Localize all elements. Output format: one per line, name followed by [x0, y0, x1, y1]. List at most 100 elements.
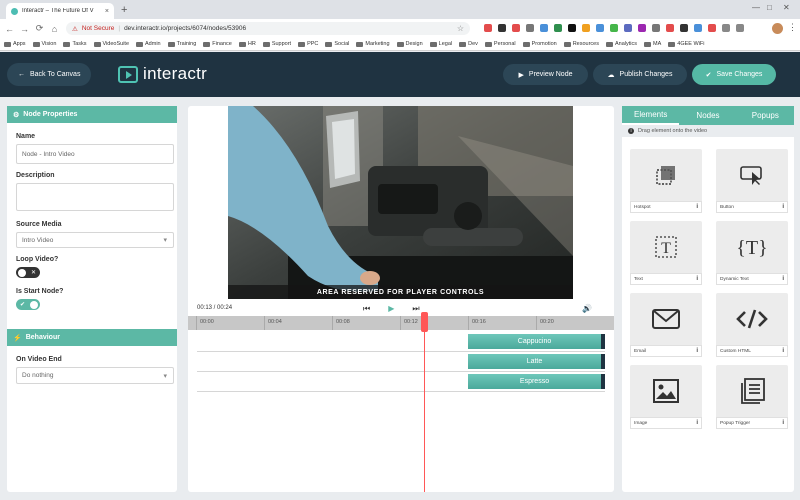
browser-menu-icon[interactable]: ⋮	[788, 22, 797, 33]
publish-changes-button[interactable]: ☁ Publish Changes	[593, 64, 687, 85]
timeline-tick	[196, 316, 197, 330]
preview-node-button[interactable]: ▶ Preview Node	[503, 64, 588, 85]
back-to-canvas-button[interactable]: ← Back To Canvas	[7, 63, 92, 86]
extension-icon[interactable]	[624, 24, 632, 32]
extension-icon[interactable]	[540, 24, 548, 32]
bookmark-4gee-wifi[interactable]: 4GEE WiFi	[668, 41, 704, 47]
bookmark-ma[interactable]: MA	[644, 41, 661, 47]
node-properties-panel: ⚙ Node Properties Name Node - Intro Vide…	[7, 106, 177, 492]
minimize-icon[interactable]: —	[752, 3, 760, 12]
element-tile-image[interactable]: Image i	[630, 365, 702, 429]
tab-popups[interactable]: Popups	[737, 106, 794, 125]
bookmark-marketing[interactable]: Marketing	[356, 41, 390, 47]
element-tile-hotspot[interactable]: Hotspot i	[630, 149, 702, 213]
previous-icon[interactable]: ⏮	[363, 304, 370, 314]
timeline-clip-espresso[interactable]: Espresso	[468, 374, 605, 389]
bookmark-legal[interactable]: Legal	[429, 41, 452, 47]
bookmark-admin[interactable]: Admin	[136, 41, 161, 47]
publish-changes-label: Publish Changes	[619, 71, 673, 78]
star-icon[interactable]: ☆	[457, 24, 464, 33]
start-node-toggle[interactable]: ✔	[16, 299, 40, 310]
element-tile-button[interactable]: Button i	[716, 149, 788, 213]
url-text[interactable]: dev.interactr.io/projects/6074/nodes/539…	[124, 25, 246, 32]
tab-title: Interactr – The Future Of V	[22, 8, 94, 14]
address-bar[interactable]: ⚠ Not Secure | dev.interactr.io/projects…	[66, 22, 470, 35]
bookmark-resources[interactable]: Resources	[563, 41, 599, 47]
bookmark-dev[interactable]: Dev	[459, 41, 478, 47]
loop-video-toggle[interactable]: ✕	[16, 267, 40, 278]
new-tab-button[interactable]: +	[121, 3, 127, 17]
extension-icon[interactable]	[582, 24, 590, 32]
playhead-handle[interactable]	[421, 312, 428, 332]
home-icon[interactable]: ⌂	[49, 24, 60, 34]
bookmark-analytics[interactable]: Analytics	[606, 41, 637, 47]
extension-icon[interactable]	[554, 24, 562, 32]
bookmark-hr[interactable]: HR	[238, 41, 256, 47]
extension-icon[interactable]	[722, 24, 730, 32]
bookmark-personal[interactable]: Personal	[484, 41, 516, 47]
save-changes-button[interactable]: ✔ Save Changes	[692, 64, 776, 85]
playhead[interactable]	[424, 312, 425, 492]
bookmark-videosuite[interactable]: VideoSuite	[93, 41, 129, 47]
timeline-ruler[interactable]: 00:00 00:04 00:08 00:12 00:16 00:20	[188, 316, 614, 330]
extension-icon[interactable]	[666, 24, 674, 32]
info-icon: i	[628, 128, 634, 134]
bookmark-ppc[interactable]: PPC	[298, 41, 318, 47]
element-tile-custom-html[interactable]: Custom HTML i	[716, 293, 788, 357]
tab-close-icon[interactable]: ×	[105, 8, 109, 15]
tab-nodes[interactable]: Nodes	[679, 106, 736, 125]
extension-icon[interactable]	[694, 24, 702, 32]
folder-icon	[396, 41, 404, 47]
source-media-select[interactable]: Intro Video	[16, 232, 174, 248]
extension-icon[interactable]	[512, 24, 520, 32]
reload-icon[interactable]: ⟳	[34, 23, 45, 34]
name-field[interactable]: Node - Intro Video	[16, 144, 174, 164]
volume-icon[interactable]: 🔊	[582, 304, 592, 313]
logo-play-icon	[118, 65, 138, 83]
element-tile-label: Button i	[716, 201, 788, 213]
bookmark-promotion[interactable]: Promotion	[522, 41, 557, 47]
bookmark-vision[interactable]: Vision	[32, 41, 56, 47]
extension-icon[interactable]	[652, 24, 660, 32]
description-field[interactable]	[16, 183, 174, 211]
next-icon[interactable]: ⏭	[412, 304, 419, 314]
bookmark-training[interactable]: Training	[167, 41, 196, 47]
panel-tabs: Elements Nodes Popups	[622, 106, 794, 125]
bookmark-social[interactable]: Social	[325, 41, 349, 47]
extension-icon[interactable]	[568, 24, 576, 32]
extension-icon[interactable]	[498, 24, 506, 32]
video-end-select[interactable]: Do nothing	[16, 367, 174, 384]
extension-icon[interactable]	[708, 24, 716, 32]
bookmark-label: Dev	[468, 41, 478, 47]
bookmark-design[interactable]: Design	[396, 41, 423, 47]
bookmark-apps[interactable]: Apps	[4, 41, 26, 47]
avatar[interactable]	[772, 23, 783, 34]
extension-icon[interactable]	[596, 24, 604, 32]
element-tile-text[interactable]: T Text i	[630, 221, 702, 285]
play-icon[interactable]: ▶	[388, 304, 394, 314]
info-icon: i	[696, 204, 698, 210]
extension-icon[interactable]	[638, 24, 646, 32]
element-tile-email[interactable]: Email i	[630, 293, 702, 357]
forward-nav-icon[interactable]: →	[19, 24, 30, 34]
extension-icon[interactable]	[526, 24, 534, 32]
timeline-clip-latte[interactable]: Latte	[468, 354, 605, 369]
timeline-tick-label: 00:16	[472, 319, 486, 325]
extension-icon[interactable]	[736, 24, 744, 32]
bookmark-support[interactable]: Support	[262, 41, 291, 47]
element-tile-dynamic-text[interactable]: {T} Dynamic Text i	[716, 221, 788, 285]
video-preview[interactable]: AREA RESERVED FOR PLAYER CONTROLS	[228, 106, 573, 299]
bookmark-tasks[interactable]: Tasks	[63, 41, 87, 47]
browser-tab[interactable]: Interactr – The Future Of V ×	[6, 3, 114, 19]
back-nav-icon[interactable]: ←	[4, 24, 15, 34]
bookmark-finance[interactable]: Finance	[203, 41, 232, 47]
extension-icon[interactable]	[680, 24, 688, 32]
tab-elements[interactable]: Elements	[622, 106, 680, 125]
timeline-clip-cappucino[interactable]: Cappucino	[468, 334, 605, 349]
window-close-icon[interactable]: ✕	[783, 3, 790, 12]
element-tile-popup-trigger[interactable]: Popup Trigger i	[716, 365, 788, 429]
extension-icon[interactable]	[610, 24, 618, 32]
maximize-icon[interactable]: □	[767, 3, 772, 12]
extension-icon[interactable]	[484, 24, 492, 32]
info-icon: i	[696, 276, 698, 282]
